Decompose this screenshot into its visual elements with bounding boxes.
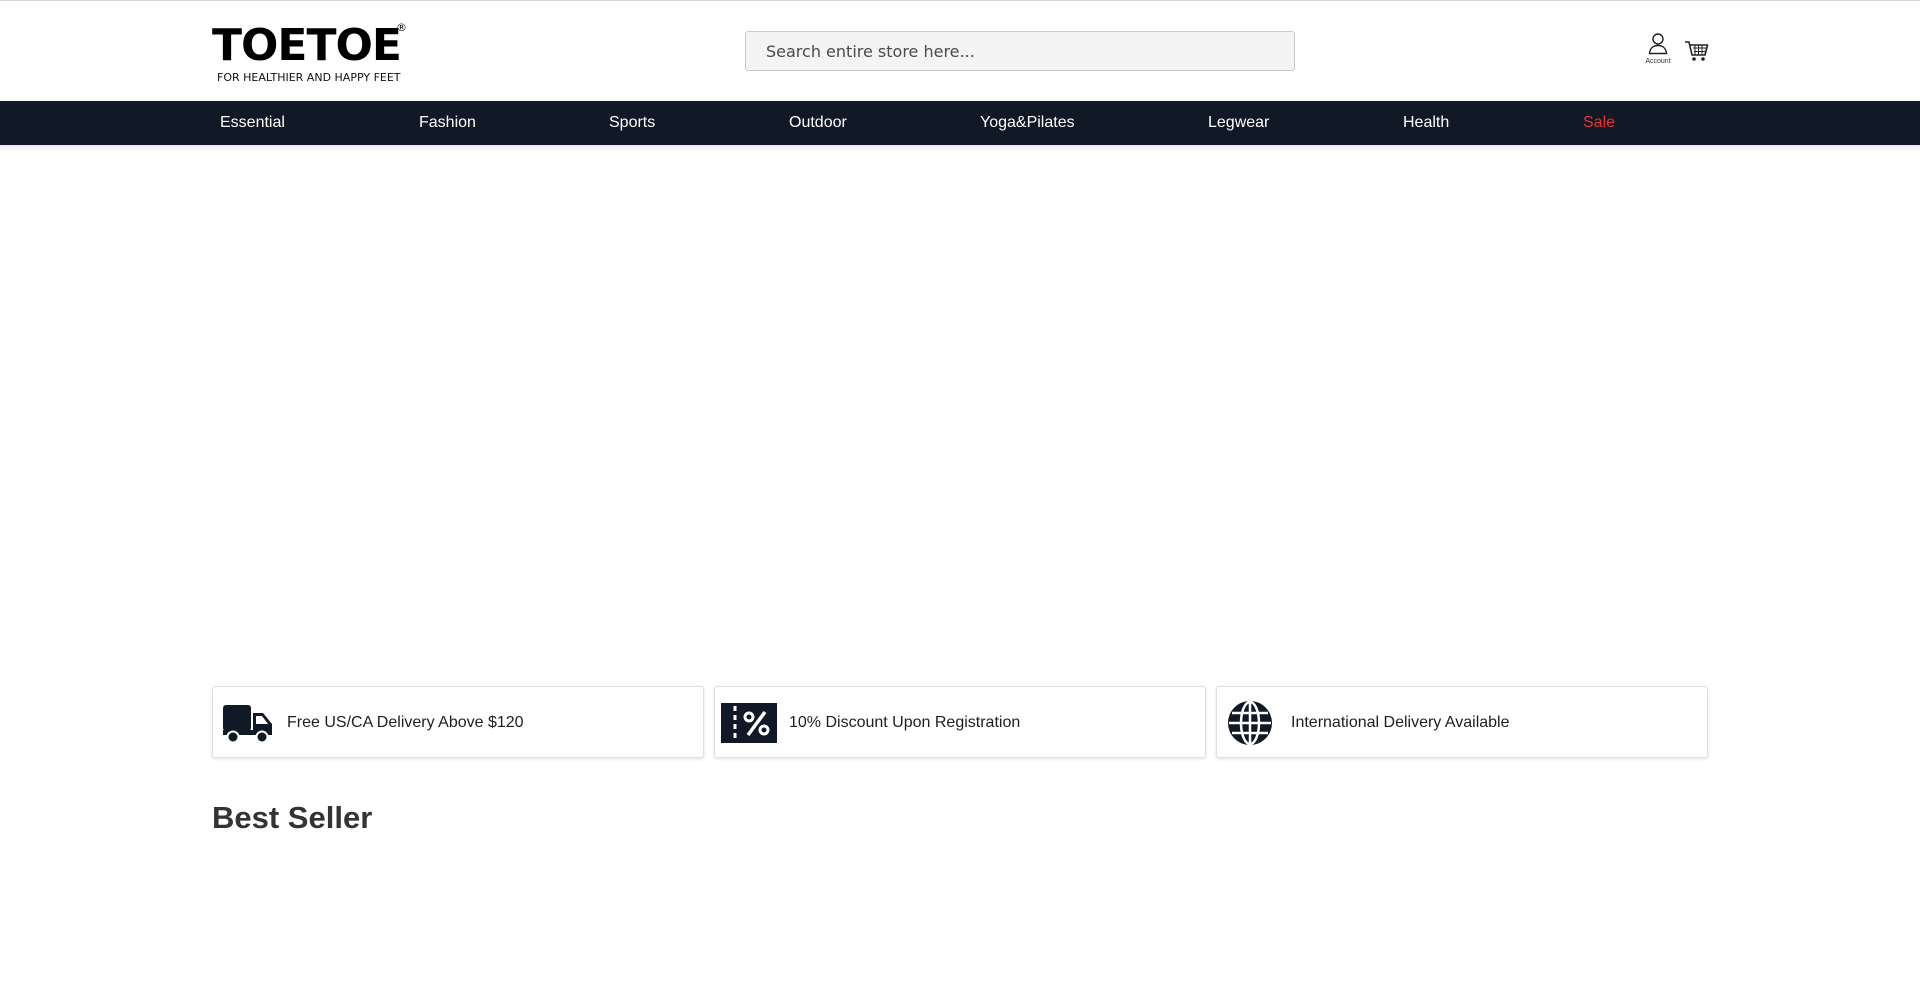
best-seller-heading: Best Seller: [212, 800, 373, 835]
feature-international: International Delivery Available: [1216, 686, 1708, 758]
nav-item-sports[interactable]: Sports: [609, 101, 655, 145]
cart-icon: [1685, 41, 1709, 61]
account-button[interactable]: Account: [1638, 33, 1678, 69]
truck-icon: [223, 705, 272, 744]
feature-text: Free US/CA Delivery Above $120: [287, 714, 524, 731]
nav-item-legwear[interactable]: Legwear: [1208, 101, 1269, 145]
brand-logo[interactable]: TOETOE ® FOR HEALTHIER AND HAPPY FEET: [212, 21, 412, 85]
search-input[interactable]: [745, 31, 1295, 71]
nav-item-health[interactable]: Health: [1403, 101, 1449, 145]
feature-text: International Delivery Available: [1291, 714, 1510, 731]
cart-button[interactable]: [1684, 39, 1710, 63]
feature-discount: 10% Discount Upon Registration: [714, 686, 1206, 758]
registered-mark: ®: [396, 21, 407, 34]
site-header: TOETOE ® FOR HEALTHIER AND HAPPY FEET Ac…: [0, 1, 1920, 101]
feature-free-delivery: Free US/CA Delivery Above $120: [212, 686, 704, 758]
nav-item-yoga-pilates[interactable]: Yoga&Pilates: [980, 101, 1075, 145]
nav-item-fashion[interactable]: Fashion: [419, 101, 476, 145]
nav-shadow: [0, 145, 1920, 153]
feature-text: 10% Discount Upon Registration: [789, 714, 1021, 731]
user-icon: [1648, 33, 1668, 55]
nav-item-essential[interactable]: Essential: [220, 101, 285, 145]
brand-name: TOETOE: [212, 20, 402, 71]
nav-item-outdoor[interactable]: Outdoor: [789, 101, 847, 145]
account-label: Account: [1645, 58, 1671, 65]
discount-ticket-icon: [721, 703, 777, 743]
globe-icon: [1228, 700, 1272, 746]
brand-tagline: FOR HEALTHIER AND HAPPY FEET: [217, 71, 401, 84]
main-nav: Essential Fashion Sports Outdoor Yoga&Pi…: [0, 101, 1920, 145]
nav-item-sale[interactable]: Sale: [1583, 101, 1615, 145]
